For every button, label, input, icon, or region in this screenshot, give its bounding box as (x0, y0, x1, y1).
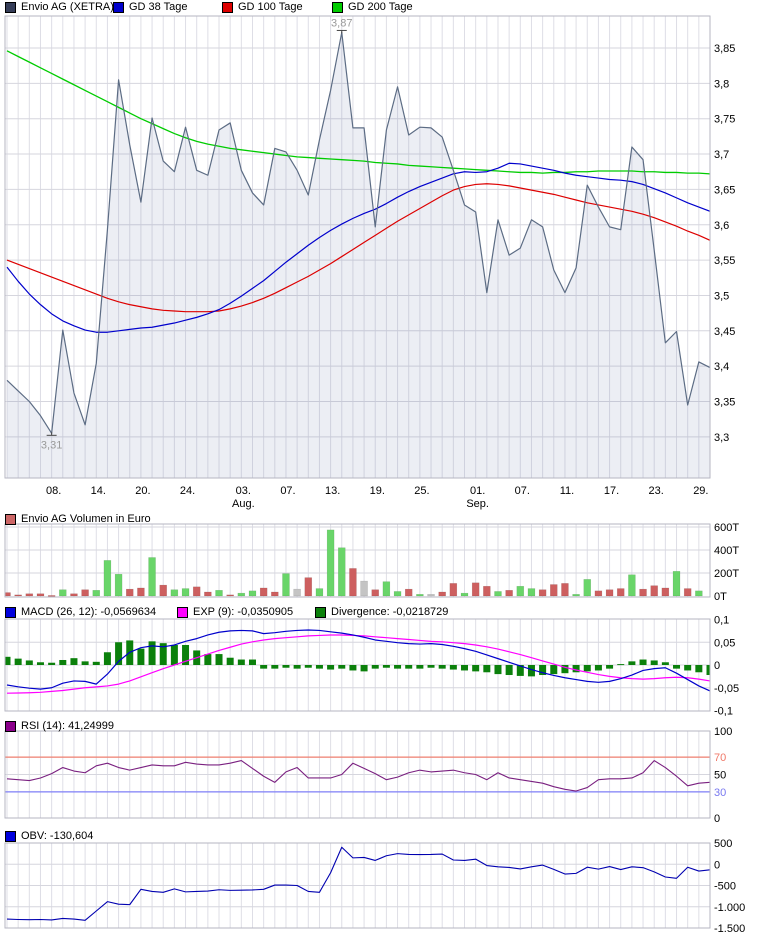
price-legend: Envio AG (XETRA) GD 38 Tage GD 100 Tage … (0, 1, 760, 14)
legend-item-divergence: Divergence: -0,0218729 (315, 606, 448, 619)
legend-label: MACD (26, 12): -0,0569634 (21, 606, 156, 619)
svg-text:3,45: 3,45 (714, 326, 735, 338)
legend-label: GD 100 Tage (238, 1, 303, 14)
divergence-swatch (315, 607, 326, 618)
rsi-legend: RSI (14): 41,24999 (0, 720, 760, 733)
svg-text:3,4: 3,4 (714, 361, 729, 373)
svg-text:-1.000: -1.000 (714, 902, 745, 914)
svg-text:3,3: 3,3 (714, 432, 729, 444)
svg-text:3,8: 3,8 (714, 78, 729, 90)
svg-text:0T: 0T (714, 591, 727, 603)
svg-text:3,87: 3,87 (331, 17, 352, 29)
svg-text:07.: 07. (280, 485, 295, 497)
svg-text:70: 70 (714, 752, 726, 764)
legend-item-gd38: GD 38 Tage (113, 1, 188, 14)
svg-text:13.: 13. (325, 485, 340, 497)
volume-legend: Envio AG Volumen in Euro (0, 513, 760, 526)
svg-text:200T: 200T (714, 568, 739, 580)
volume-swatch (5, 514, 16, 525)
legend-label: GD 38 Tage (129, 1, 188, 14)
obv-legend: OBV: -130,604 (0, 830, 760, 843)
legend-item-exp: EXP (9): -0,0350905 (177, 606, 293, 619)
legend-label: RSI (14): 41,24999 (21, 720, 114, 733)
svg-text:3,7: 3,7 (714, 149, 729, 161)
svg-text:01.: 01. (470, 485, 485, 497)
legend-item-obv: OBV: -130,604 (5, 830, 93, 843)
chart-canvas: 3,85 3,8 3,75 3,7 3,65 3,6 3,55 3,5 3,45 3,4 3,35 3… (0, 0, 760, 940)
svg-text:3,55: 3,55 (714, 255, 735, 267)
macd-swatch (5, 607, 16, 618)
svg-text:3,5: 3,5 (714, 290, 729, 302)
stock-chart: 3,85 3,8 3,75 3,7 3,65 3,6 3,55 3,5 3,45 3,4 3,35 3… (0, 0, 760, 940)
svg-text:3,85: 3,85 (714, 43, 735, 55)
svg-text:0: 0 (714, 813, 720, 825)
svg-text:Aug.: Aug. (232, 498, 255, 510)
legend-item-gd100: GD 100 Tage (222, 1, 303, 14)
svg-text:03.: 03. (236, 485, 251, 497)
legend-item-rsi: RSI (14): 41,24999 (5, 720, 114, 733)
legend-label: OBV: -130,604 (21, 830, 93, 843)
svg-text:17.: 17. (604, 485, 619, 497)
svg-text:07.: 07. (515, 485, 530, 497)
legend-label: Divergence: -0,0218729 (331, 606, 448, 619)
macd-legend: MACD (26, 12): -0,0569634 EXP (9): -0,03… (0, 606, 760, 619)
gd100-swatch (222, 2, 233, 13)
svg-text:08.: 08. (46, 485, 61, 497)
svg-text:-500: -500 (714, 881, 736, 893)
legend-label: Envio AG (XETRA) (21, 1, 114, 14)
svg-text:3,31: 3,31 (41, 439, 62, 451)
svg-text:24.: 24. (180, 485, 195, 497)
svg-text:19.: 19. (370, 485, 385, 497)
obv-swatch (5, 831, 16, 842)
svg-text:3,35: 3,35 (714, 397, 735, 409)
exp-swatch (177, 607, 188, 618)
legend-item-gd200: GD 200 Tage (332, 1, 413, 14)
svg-text:11.: 11. (560, 485, 574, 497)
svg-text:50: 50 (714, 770, 726, 782)
svg-text:23.: 23. (649, 485, 664, 497)
legend-label: Envio AG Volumen in Euro (21, 513, 151, 526)
svg-text:14.: 14. (91, 485, 106, 497)
svg-text:-0,1: -0,1 (714, 706, 733, 718)
svg-text:30: 30 (714, 787, 726, 799)
svg-text:25.: 25. (414, 485, 429, 497)
price-series-swatch (5, 2, 16, 13)
svg-text:29.: 29. (693, 485, 708, 497)
svg-text:400T: 400T (714, 545, 739, 557)
svg-text:0,05: 0,05 (714, 637, 735, 649)
svg-text:0: 0 (714, 859, 720, 871)
svg-text:3,65: 3,65 (714, 184, 735, 196)
rsi-swatch (5, 721, 16, 732)
svg-text:3,75: 3,75 (714, 114, 735, 126)
legend-item-volume: Envio AG Volumen in Euro (5, 513, 151, 526)
svg-text:3,6: 3,6 (714, 220, 729, 232)
svg-text:20.: 20. (135, 485, 150, 497)
legend-label: GD 200 Tage (348, 1, 413, 14)
svg-text:-0,05: -0,05 (714, 683, 739, 695)
svg-text:0: 0 (714, 660, 720, 672)
legend-label: EXP (9): -0,0350905 (193, 606, 293, 619)
svg-text:-1.500: -1.500 (714, 923, 745, 935)
legend-item-macd: MACD (26, 12): -0,0569634 (5, 606, 156, 619)
svg-text:Sep.: Sep. (466, 498, 489, 510)
legend-item-price-series: Envio AG (XETRA) (5, 1, 114, 14)
gd200-swatch (332, 2, 343, 13)
gd38-swatch (113, 2, 124, 13)
